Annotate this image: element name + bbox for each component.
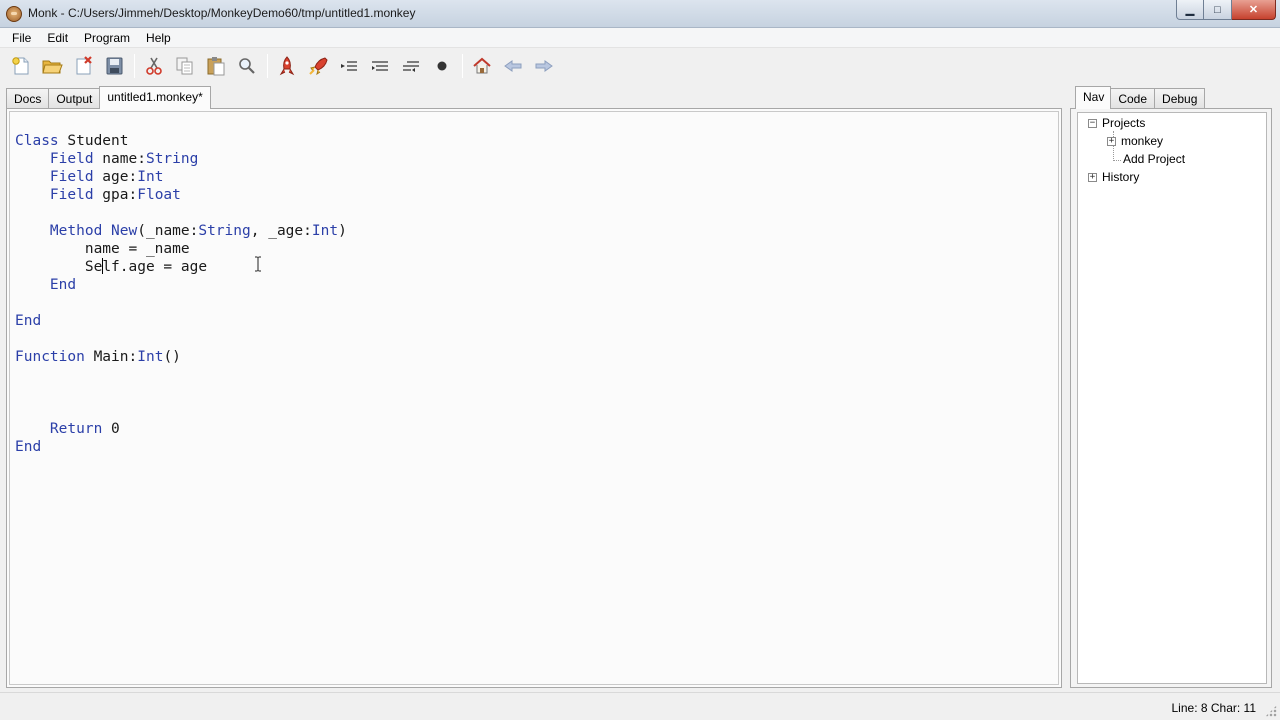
- toolbar: [0, 49, 1280, 83]
- close-file-icon: [76, 56, 92, 75]
- back-icon: [504, 60, 522, 72]
- tree-label-monkey: monkey: [1121, 134, 1164, 148]
- text-cursor-icon: [255, 256, 261, 272]
- step-out-button[interactable]: [398, 53, 424, 79]
- menu-help[interactable]: Help: [138, 28, 179, 48]
- status-bar: Line: 8 Char: 11: [0, 692, 1280, 720]
- code-line[interactable]: ​: [15, 366, 347, 384]
- title-bar[interactable]: Monk - C:/Users/Jimmeh/Desktop/MonkeyDem…: [0, 0, 1280, 28]
- build-run-button[interactable]: [305, 53, 331, 79]
- open-folder-icon: [42, 60, 63, 74]
- find-icon: [239, 58, 255, 74]
- build-run-icon: [309, 57, 328, 76]
- monk-app-icon[interactable]: [6, 6, 22, 22]
- forward-icon: [535, 60, 553, 72]
- expand-toggle-icon[interactable]: +: [1107, 136, 1116, 146]
- step-icon: [341, 61, 357, 71]
- code-line[interactable]: ​: [15, 204, 347, 222]
- editor-tab-strip: Docs Output untitled1.monkey*: [6, 86, 211, 109]
- code-line[interactable]: ​: [15, 384, 347, 402]
- build-button[interactable]: [274, 53, 300, 79]
- menu-program[interactable]: Program: [76, 28, 138, 48]
- copy-button[interactable]: [172, 53, 198, 79]
- code-line[interactable]: Field age:Int: [15, 168, 347, 186]
- tab-debug[interactable]: Debug: [1154, 88, 1206, 108]
- code-line[interactable]: Method New(_name:String, _age:Int): [15, 222, 347, 240]
- forward-button[interactable]: [531, 53, 557, 79]
- tree-item-add-project[interactable]: Add Project: [1123, 152, 1185, 166]
- code-line[interactable]: Class Student: [15, 132, 347, 150]
- code-line[interactable]: End: [15, 438, 347, 456]
- minimize-button[interactable]: ▁: [1176, 0, 1204, 20]
- menu-file[interactable]: File: [4, 28, 39, 48]
- side-tab-strip: Nav Code Debug: [1075, 86, 1206, 109]
- save-button[interactable]: [101, 53, 127, 79]
- tree-item-projects[interactable]: − Projects: [1088, 116, 1145, 130]
- breakpoint-icon: [437, 61, 447, 71]
- window-controls: ▁ □ ✕: [1176, 0, 1276, 20]
- editor-pane: Class Student Field name:String Field ag…: [6, 108, 1062, 688]
- close-button[interactable]: ✕: [1232, 0, 1276, 20]
- copy-icon: [176, 57, 193, 75]
- code-line[interactable]: End: [15, 276, 347, 294]
- cursor-position-status: Line: 8 Char: 11: [1171, 701, 1257, 715]
- code-line[interactable]: Field gpa:Float: [15, 186, 347, 204]
- tab-code[interactable]: Code: [1110, 88, 1156, 108]
- tree-label-add-project: Add Project: [1123, 152, 1186, 166]
- code-line[interactable]: End: [15, 312, 347, 330]
- code-line[interactable]: name = _name: [15, 240, 347, 258]
- nav-panel: − Projects + monkey Add Project + Histor…: [1070, 108, 1272, 688]
- code-line[interactable]: Self.age = age: [15, 258, 347, 276]
- code-text[interactable]: Class Student Field name:String Field ag…: [15, 132, 347, 456]
- new-file-button[interactable]: [8, 53, 34, 79]
- toolbar-separator: [462, 54, 463, 78]
- resize-grip-icon[interactable]: [1265, 705, 1277, 717]
- close-file-button[interactable]: [70, 53, 96, 79]
- build-icon: [279, 56, 295, 76]
- tab-nav[interactable]: Nav: [1075, 86, 1112, 109]
- home-icon: [473, 57, 491, 74]
- back-button[interactable]: [500, 53, 526, 79]
- code-editor[interactable]: Class Student Field name:String Field ag…: [9, 111, 1059, 685]
- paste-button[interactable]: [203, 53, 229, 79]
- find-button[interactable]: [234, 53, 260, 79]
- toolbar-separator: [267, 54, 268, 78]
- code-line[interactable]: ​: [15, 330, 347, 348]
- tree-item-history[interactable]: + History: [1088, 170, 1139, 184]
- menu-bar: File Edit Program Help: [0, 28, 1280, 48]
- step-in-icon: [372, 61, 388, 71]
- text-caret: [102, 258, 104, 274]
- step-button[interactable]: [336, 53, 362, 79]
- tab-untitled1-monkey[interactable]: untitled1.monkey*: [99, 86, 211, 109]
- save-icon: [106, 57, 123, 75]
- paste-icon: [207, 57, 225, 76]
- open-button[interactable]: [39, 53, 65, 79]
- tree-item-monkey[interactable]: + monkey: [1107, 134, 1163, 148]
- breakpoint-button[interactable]: [429, 53, 455, 79]
- new-file-icon: [12, 57, 29, 75]
- code-line[interactable]: ​: [15, 402, 347, 420]
- expand-toggle-icon[interactable]: +: [1088, 172, 1097, 182]
- maximize-button[interactable]: □: [1204, 0, 1232, 20]
- tree-label-projects: Projects: [1102, 116, 1146, 130]
- code-line[interactable]: Field name:String: [15, 150, 347, 168]
- home-button[interactable]: [469, 53, 495, 79]
- tree-line: [1113, 160, 1121, 161]
- cut-button[interactable]: [141, 53, 167, 79]
- tree-label-history: History: [1102, 170, 1140, 184]
- window-title: Monk - C:/Users/Jimmeh/Desktop/MonkeyDem…: [28, 6, 416, 20]
- project-tree[interactable]: − Projects + monkey Add Project + Histor…: [1077, 112, 1267, 684]
- code-line[interactable]: Function Main:Int(): [15, 348, 347, 366]
- collapse-toggle-icon[interactable]: −: [1088, 118, 1097, 128]
- monk-window: Monk - C:/Users/Jimmeh/Desktop/MonkeyDem…: [0, 0, 1280, 720]
- toolbar-separator: [134, 54, 135, 78]
- step-out-icon: [403, 61, 419, 72]
- code-line[interactable]: ​: [15, 294, 347, 312]
- tab-output[interactable]: Output: [48, 88, 101, 108]
- menu-edit[interactable]: Edit: [39, 28, 76, 48]
- cut-icon: [146, 57, 162, 75]
- code-line[interactable]: Return 0: [15, 420, 347, 438]
- step-in-button[interactable]: [367, 53, 393, 79]
- tab-docs[interactable]: Docs: [6, 88, 50, 108]
